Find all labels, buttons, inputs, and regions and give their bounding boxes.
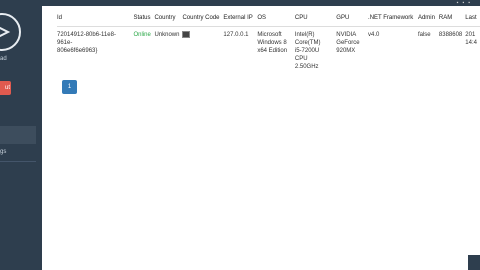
table-header-row: Id Status Country Country Code External … <box>57 14 480 27</box>
col-admin[interactable]: Admin <box>417 14 439 27</box>
col-cpu[interactable]: CPU <box>294 14 337 27</box>
logo-icon <box>0 13 21 51</box>
cell-net-framework: v4.0 <box>368 32 380 38</box>
clients-table: Id Status Country Country Code External … <box>57 14 480 71</box>
corner-panel <box>468 255 480 270</box>
pagination-page-button[interactable]: 1 <box>62 80 77 94</box>
cell-ram: 8388608 <box>438 32 463 38</box>
cell-os: Microsoft Windows 8 x64 Edition <box>257 32 288 54</box>
col-gpu[interactable]: GPU <box>336 14 369 27</box>
col-status[interactable]: Status <box>133 14 155 27</box>
user-name: rad <box>0 56 7 62</box>
cell-country-code <box>182 27 223 72</box>
sidebar-item-settings[interactable]: ttings <box>0 149 6 155</box>
flag-icon <box>182 31 191 38</box>
col-country-code[interactable]: Country Code <box>182 14 224 27</box>
cell-cpu: Intel(R) Core(TM) i5-7200U CPU 2.50GHz <box>294 32 321 70</box>
col-ram[interactable]: RAM <box>438 14 466 27</box>
table-row[interactable]: 72014912-80b6-11e8-961e- 806e6f6e6963} O… <box>57 27 480 72</box>
cell-country: Unknown <box>154 32 180 38</box>
topbar-icons: ▪▪▪ <box>456 0 474 6</box>
cell-last: 201 14:4 <box>465 32 477 46</box>
top-bar: ▪▪▪ <box>42 0 480 6</box>
col-country[interactable]: Country <box>154 14 183 27</box>
col-last[interactable]: Last <box>465 14 480 27</box>
col-net-framework[interactable]: .NET Framework <box>368 14 418 27</box>
sidebar-item-active[interactable] <box>0 126 36 144</box>
cell-admin: false <box>417 32 431 38</box>
sidebar-divider <box>0 161 36 162</box>
cell-gpu: NVIDIA GeForce 920MX <box>336 32 360 54</box>
cell-id: 72014912-80b6-11e8-961e- 806e6f6e6963} <box>57 32 116 54</box>
col-id[interactable]: Id <box>57 14 134 27</box>
cell-status: Online <box>133 32 151 38</box>
cell-external-ip: 127.0.0.1 <box>223 32 249 38</box>
col-os[interactable]: OS <box>257 14 295 27</box>
col-external-ip[interactable]: External IP <box>223 14 258 27</box>
sidebar: rad n ut ttings <box>0 0 42 270</box>
logout-button[interactable]: ut <box>0 81 11 95</box>
